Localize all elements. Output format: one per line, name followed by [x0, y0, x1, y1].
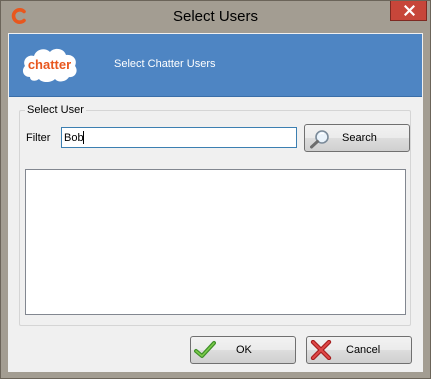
ok-button-label: OK [236, 344, 252, 356]
ok-button[interactable]: OK [190, 336, 296, 364]
title-bar[interactable]: Select Users [1, 1, 430, 33]
group-legend: Select User [25, 104, 86, 116]
user-results-list[interactable] [25, 169, 406, 315]
x-cross-icon [310, 339, 332, 363]
search-button[interactable]: Search [304, 124, 410, 152]
magnifier-icon [309, 129, 331, 152]
search-button-label: Search [342, 132, 377, 144]
text-caret [83, 131, 84, 144]
cancel-button-label: Cancel [346, 344, 381, 356]
close-icon [404, 5, 415, 16]
banner-subtitle: Select Chatter Users [114, 58, 216, 70]
cancel-button[interactable]: Cancel [306, 336, 412, 364]
checkmark-icon [194, 340, 216, 363]
dialog-window: Select Users chatter Select Chatter User… [0, 0, 431, 379]
window-title: Select Users [172, 8, 259, 25]
header-banner: chatter Select Chatter Users [9, 34, 422, 97]
filter-input[interactable] [61, 127, 297, 148]
filter-label: Filter [26, 132, 51, 144]
chatter-logo-text: chatter [28, 57, 71, 72]
dialog-body: chatter Select Chatter Users Select User… [8, 33, 423, 372]
close-button[interactable] [390, 1, 427, 21]
chatter-cloud-logo: chatter [20, 43, 80, 87]
